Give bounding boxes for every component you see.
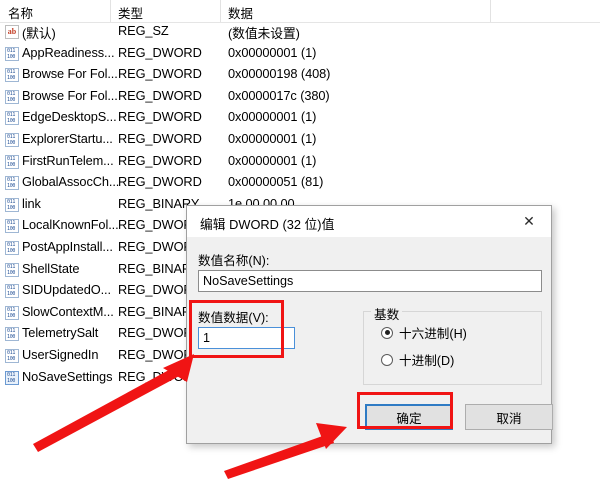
radio-decimal[interactable]: 十进制(D): [381, 350, 454, 369]
cell-name: SlowContextM...: [22, 303, 114, 319]
cell-data: 0x00000001 (1): [228, 130, 317, 146]
cell-data: 0x0000017c (380): [228, 87, 330, 103]
radio-decimal-label: 十进制(D): [399, 354, 455, 368]
cell-data: 0x00000001 (1): [228, 44, 317, 60]
cell-type: REG_SZ: [118, 23, 169, 38]
cell-data: 0x00000051 (81): [228, 174, 324, 190]
ok-button[interactable]: 确定: [365, 404, 453, 430]
cell-name: PostAppInstall...: [22, 238, 113, 254]
cell-name: SIDUpdatedO...: [22, 282, 111, 298]
cell-name: link: [22, 195, 41, 211]
cell-name: NoSaveSettings: [22, 368, 113, 384]
dialog-title-bar[interactable]: 编辑 DWORD (32 位)值 ✕: [187, 206, 551, 237]
column-divider-3[interactable]: [490, 0, 491, 22]
binary-value-icon: 011 100: [5, 305, 19, 320]
binary-value-icon: 011 100: [5, 240, 19, 255]
radio-hexadecimal-label: 十六进制(H): [399, 327, 467, 341]
column-header-name[interactable]: 名称: [8, 3, 33, 22]
binary-value-icon: 011 100: [5, 348, 19, 363]
binary-value-icon: 011 100: [5, 132, 19, 147]
binary-value-icon: 011 100: [5, 219, 19, 234]
cell-data: 0x00000001 (1): [228, 152, 317, 168]
cell-name: Browse For Fol...: [22, 87, 118, 103]
binary-value-icon: 011 100: [5, 68, 19, 83]
binary-value-icon: 011 100: [5, 327, 19, 342]
table-row[interactable]: 011 100 FirstRunTelem... REG_DWORD 0x0000000…: [0, 152, 600, 174]
value-data-label: 数值数据(V):: [198, 311, 269, 325]
binary-value-icon: 011 100: [5, 111, 19, 126]
cell-name: (默认): [22, 26, 56, 41]
table-row[interactable]: 011 100 GlobalAssocCh... REG_DWORD 0x0000005…: [0, 173, 600, 195]
cell-name: AppReadiness...: [22, 44, 115, 60]
value-data-input[interactable]: [198, 327, 295, 349]
binary-value-icon: 011 100: [5, 197, 19, 212]
cell-type: REG_DWORD: [118, 87, 202, 103]
cell-name: LocalKnownFol...: [22, 217, 119, 233]
radio-decimal-mark[interactable]: [381, 353, 393, 366]
cell-name: UserSignedIn: [22, 346, 99, 362]
cell-type: REG_DWORD: [118, 109, 202, 125]
cell-name: FirstRunTelem...: [22, 152, 114, 168]
cell-name: EdgeDesktopS...: [22, 109, 117, 125]
cell-type: REG_DWORD: [118, 66, 202, 82]
binary-value-icon: 011 100: [5, 176, 19, 191]
table-row[interactable]: 011 100 ExplorerStartu... REG_DWORD 0x000000…: [0, 130, 600, 152]
value-name-label: 数值名称(N):: [198, 254, 270, 268]
dialog-title: 编辑 DWORD (32 位)值: [200, 217, 335, 232]
binary-value-icon: 011 100: [5, 46, 19, 61]
cell-name: ExplorerStartu...: [22, 130, 113, 146]
column-header-type[interactable]: 类型: [118, 3, 143, 22]
string-value-icon: ab: [5, 25, 19, 39]
column-header-data[interactable]: 数据: [228, 3, 253, 22]
cell-data: 0x00000001 (1): [228, 109, 317, 125]
cell-data: (数值未设置): [228, 26, 300, 41]
radio-hexadecimal[interactable]: 十六进制(H): [381, 323, 467, 342]
cell-name: TelemetrySalt: [22, 325, 99, 341]
table-row[interactable]: 011 100 AppReadiness... REG_DWORD 0x00000001…: [0, 44, 600, 66]
cell-type: REG_DWORD: [118, 130, 202, 146]
binary-value-icon: 011 100: [5, 154, 19, 169]
radio-hexadecimal-mark[interactable]: [381, 326, 393, 339]
cell-type: REG_DWORD: [118, 152, 202, 168]
cell-type: REG_DWORD: [118, 44, 202, 60]
value-name-input[interactable]: [198, 270, 542, 292]
binary-value-icon: 011 100: [5, 370, 19, 385]
binary-value-icon: 011 100: [5, 89, 19, 104]
base-group-legend: 基数: [371, 304, 403, 323]
table-row[interactable]: 011 100 Browse For Fol... REG_DWORD 0x000001…: [0, 65, 600, 87]
list-column-header: 名称 类型 数据: [0, 0, 600, 23]
close-icon[interactable]: ✕: [507, 206, 551, 237]
column-divider-1[interactable]: [110, 0, 111, 22]
cell-name: Browse For Fol...: [22, 66, 118, 82]
cancel-button[interactable]: 取消: [465, 404, 553, 430]
table-row[interactable]: 011 100 EdgeDesktopS... REG_DWORD 0x00000001…: [0, 108, 600, 130]
table-row[interactable]: 011 100 Browse For Fol... REG_DWORD 0x000001…: [0, 87, 600, 109]
edit-dword-dialog: 编辑 DWORD (32 位)值 ✕ 数值名称(N): 数值数据(V): 基数 …: [186, 205, 553, 444]
cell-name: ShellState: [22, 260, 80, 276]
table-row[interactable]: ab (默认) REG_SZ (数值未设置): [0, 22, 600, 44]
cell-name: GlobalAssocCh...: [22, 174, 120, 190]
column-divider-2[interactable]: [220, 0, 221, 22]
binary-value-icon: 011 100: [5, 284, 19, 299]
cell-data: 0x00000198 (408): [228, 66, 331, 82]
binary-value-icon: 011 100: [5, 262, 19, 277]
cell-type: REG_DWORD: [118, 174, 202, 190]
